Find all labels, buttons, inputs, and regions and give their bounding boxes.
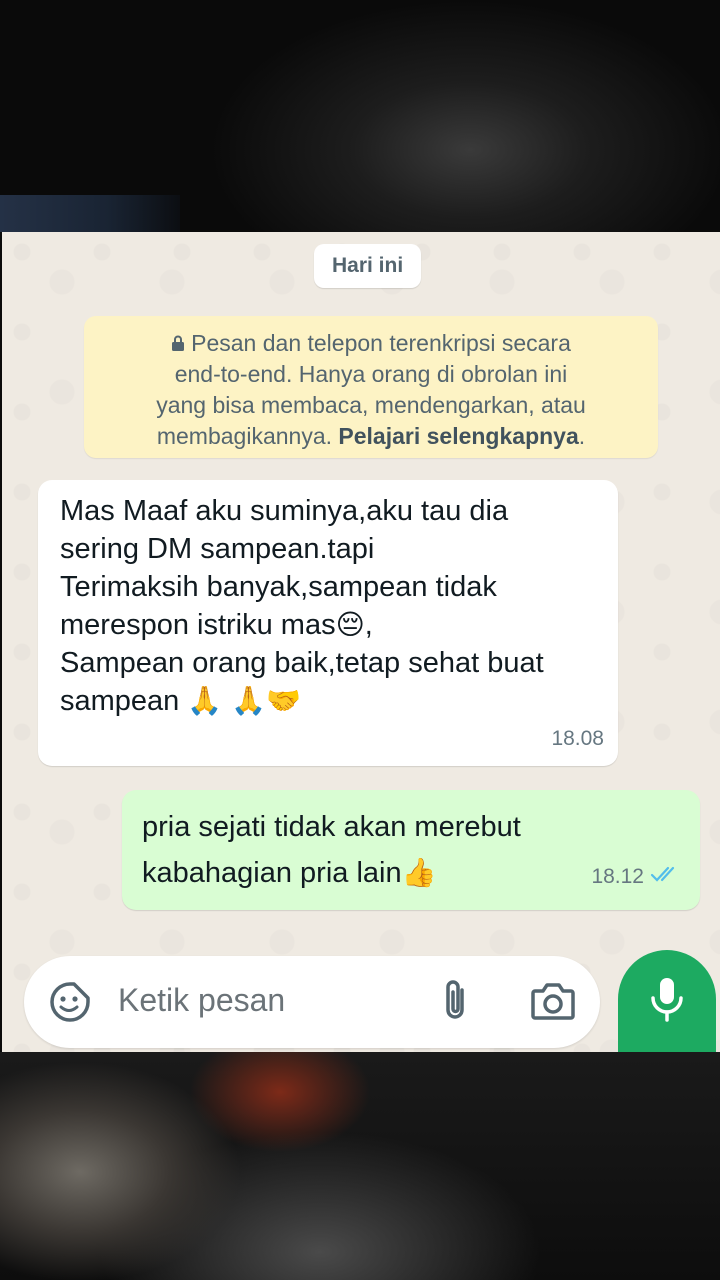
outgoing-message-bubble[interactable]: pria sejati tidak akan merebut kabahagia…: [122, 790, 700, 910]
pensive-face-emoji: 😔: [335, 608, 365, 641]
message-timestamp: 18.08: [551, 727, 604, 750]
message-text-line: Mas Maaf aku suminya,aku tau dia: [60, 495, 509, 527]
lock-icon: [171, 328, 185, 359]
attach-icon[interactable]: [438, 978, 472, 1029]
message-text-line: Sampean orang baik,tetap sehat buat: [60, 647, 544, 679]
voice-message-button[interactable]: [618, 950, 716, 1052]
message-text-line: sering DM sampean.tapi: [60, 533, 375, 565]
message-text-line: pria sejati tidak akan merebut: [142, 811, 521, 843]
chat-screenshot: Hari ini Pesan dan telepon terenkripsi s…: [2, 232, 720, 1052]
incoming-message-bubble[interactable]: Mas Maaf aku suminya,aku tau dia sering …: [38, 480, 618, 766]
encryption-notice-line: end-to-end. Hanya orang di obrolan ini: [174, 361, 568, 387]
message-text-line: Terimaksih banyak,sampean tidak: [60, 571, 497, 603]
message-input[interactable]: Ketik pesan: [118, 982, 285, 1019]
background-highlight: [0, 195, 180, 232]
mic-icon: [649, 976, 685, 1031]
message-text-line: sampean 🙏 🙏🤝: [60, 684, 301, 717]
screen: Hari ini Pesan dan telepon terenkripsi s…: [0, 0, 720, 1280]
camera-icon[interactable]: [530, 980, 576, 1027]
date-chip: Hari ini: [314, 244, 422, 288]
message-composer[interactable]: Ketik pesan: [24, 956, 600, 1048]
encryption-notice[interactable]: Pesan dan telepon terenkripsi secara end…: [84, 316, 658, 458]
background-photo-bottom: [0, 1052, 720, 1280]
encryption-notice-line: membagikannya. Pelajari selengkapnya.: [156, 423, 586, 449]
read-receipt-icon: [650, 854, 682, 900]
encryption-notice-line: yang bisa membaca, mendengarkan, atau: [156, 392, 586, 418]
sticker-icon[interactable]: [48, 980, 92, 1029]
folded-hands-handshake-emoji: 🙏 🙏🤝: [187, 684, 301, 717]
encryption-notice-line: Pesan dan telepon terenkripsi secara: [84, 328, 658, 359]
thumbs-up-emoji: 👍: [401, 856, 437, 889]
message-timestamp: 18.12: [591, 854, 682, 900]
background-photo-top: [0, 0, 720, 232]
message-text-line: merespon istriku mas😔,: [60, 608, 373, 641]
learn-more-link[interactable]: Pelajari selengkapnya: [338, 423, 578, 449]
